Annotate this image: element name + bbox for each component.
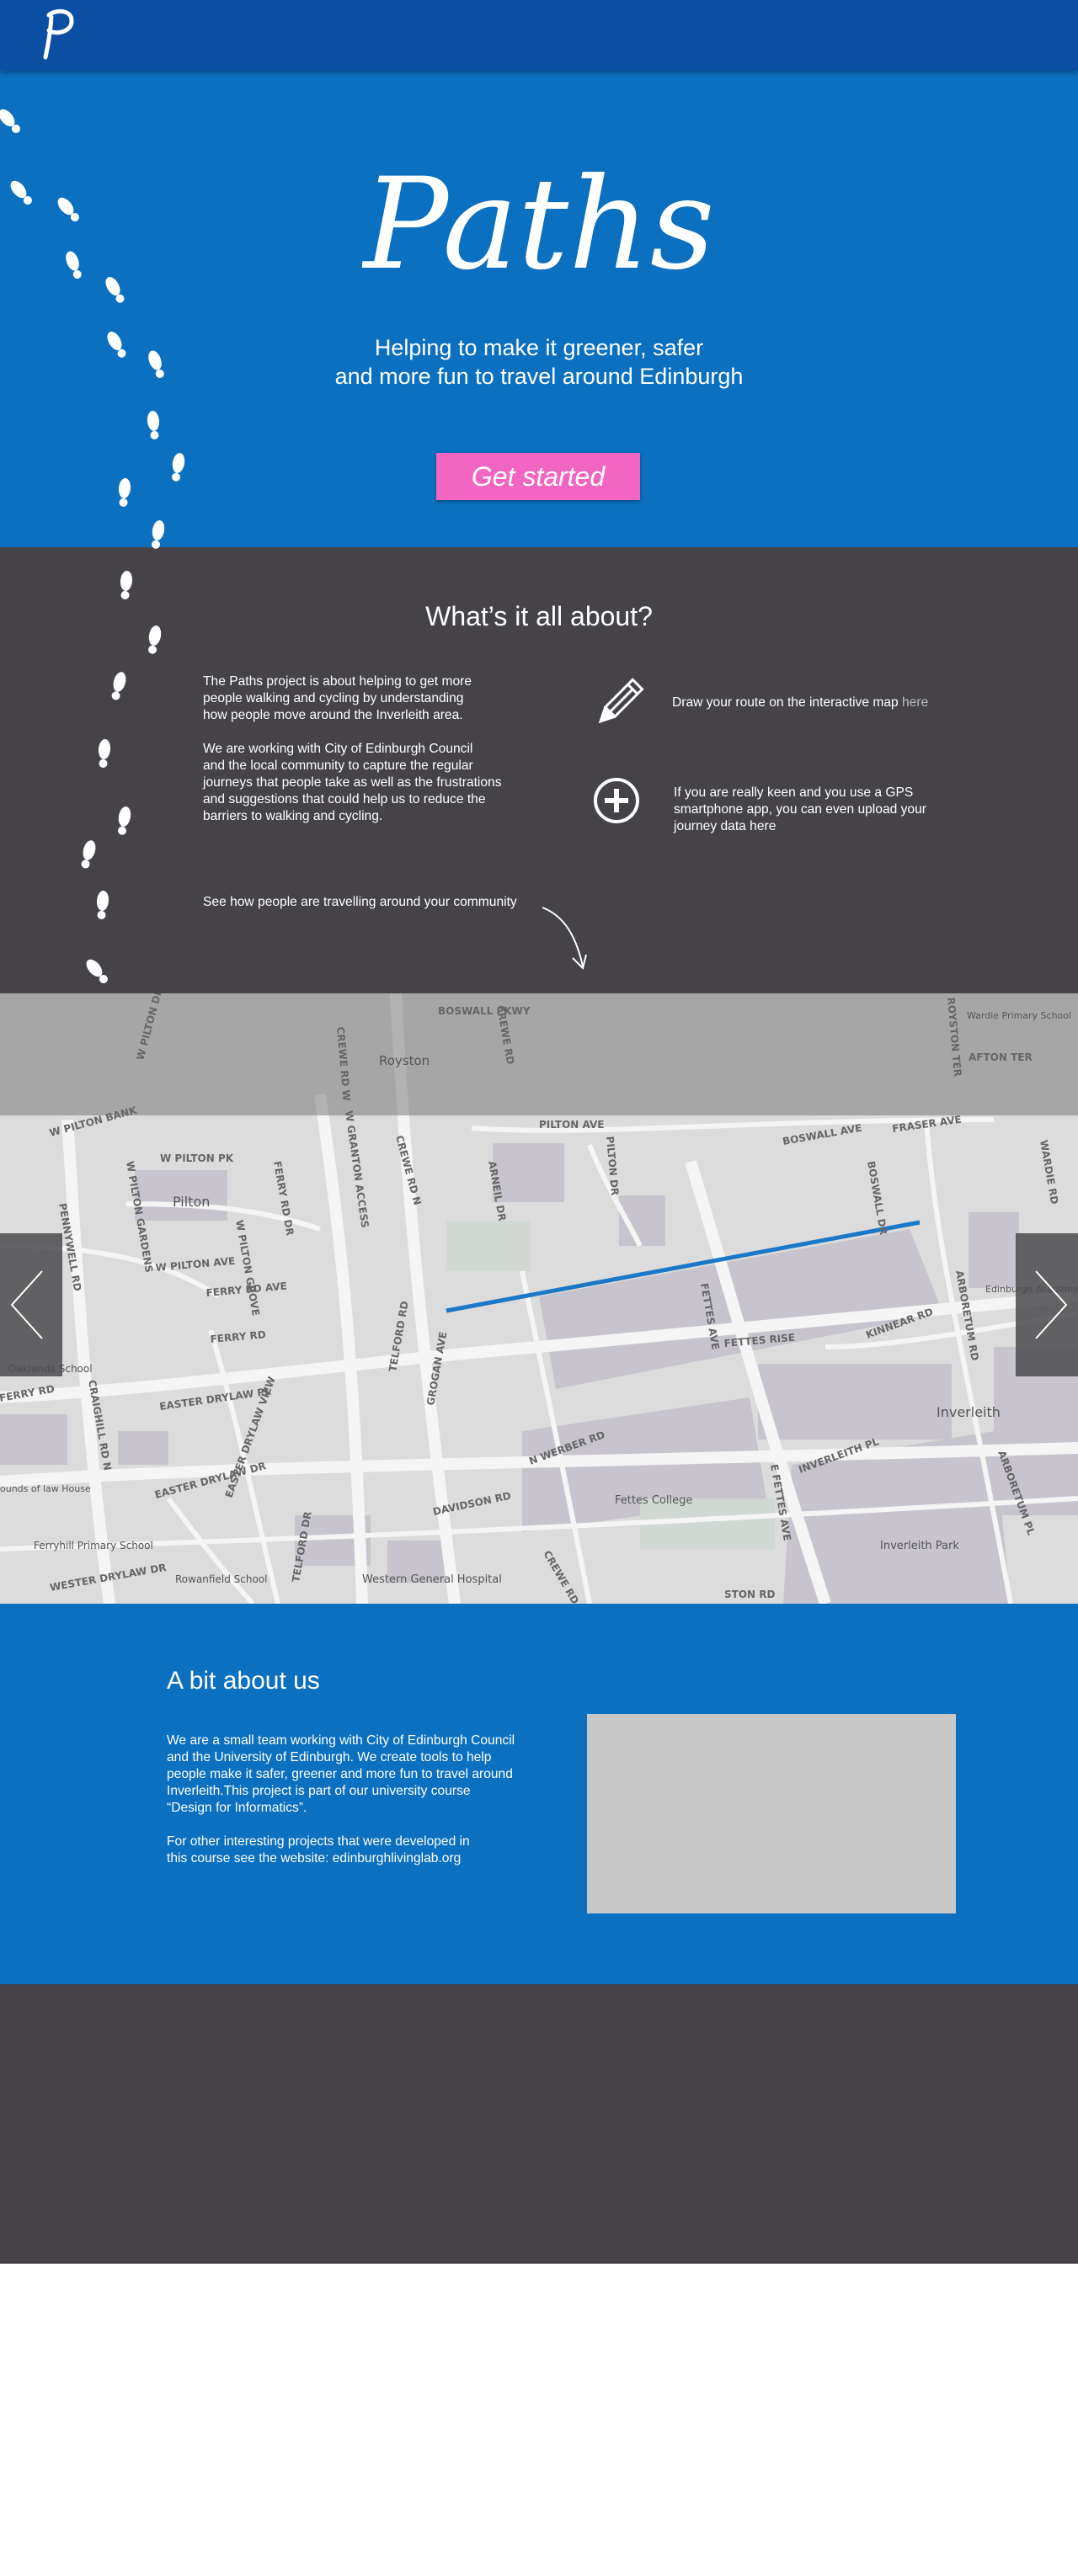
about-p2-line: journeys that people take as well as the… <box>203 775 502 790</box>
bit-p1-line: We are a small team working with City of… <box>167 1733 515 1748</box>
map-next-button[interactable] <box>1016 1233 1078 1376</box>
bit-p2-line: For other interesting projects that were… <box>167 1834 470 1849</box>
street-label: PILTON AVE <box>539 1119 604 1131</box>
paths-logo[interactable] <box>37 3 81 62</box>
about-p1-line: The Paths project is about helping to ge… <box>203 674 472 689</box>
feature-upload-line: smartphone app, you can even upload your <box>674 802 926 817</box>
bit-p2-line: this course see the website: edinburghli… <box>167 1851 462 1865</box>
about-paragraph-2: We are working with City of Edinburgh Co… <box>203 741 574 825</box>
place-label: Western General Hospital <box>362 1573 502 1586</box>
about-p2-line: barriers to walking and cycling. <box>203 809 383 823</box>
bit-p1-line: “Design for Informatics”. <box>167 1801 307 1815</box>
feature-upload-gps: If you are really keen and you use a GPS… <box>674 785 977 835</box>
street-label: BOSWALL PKWY <box>438 1005 531 1017</box>
feature-upload-line: If you are really keen and you use a GPS <box>674 785 914 800</box>
about-p1-line: people walking and cycling by understand… <box>203 691 464 705</box>
interactive-map-link[interactable]: here <box>902 695 928 710</box>
place-label: Pilton <box>173 1194 210 1210</box>
place-label: Inverleith <box>937 1404 1001 1420</box>
route-map[interactable]: BOSWALL PKWY W PILTON DR CREWE RD W PILT… <box>0 993 1078 1604</box>
chevron-left-icon <box>10 1270 43 1339</box>
bit-paragraph-1: We are a small team working with City of… <box>167 1732 563 1817</box>
place-label: Fettes College <box>615 1494 692 1507</box>
map-overlay-strip <box>0 993 1078 1115</box>
place-label: Ferryhill Primary School <box>34 1540 153 1551</box>
street-label: AFTON TER <box>969 1051 1033 1063</box>
place-label: Royston <box>379 1053 430 1068</box>
plus-circle-icon <box>594 778 639 823</box>
hero-title-paths: Paths <box>362 152 715 298</box>
footprint-group <box>0 109 185 984</box>
place-label: ounds of law House <box>0 1483 91 1494</box>
about-paragraph-1: The Paths project is about helping to ge… <box>203 673 557 724</box>
bit-p1-line: people make it safer, greener and more f… <box>167 1767 513 1781</box>
image-placeholder <box>587 1714 956 1913</box>
footprints-decoration <box>0 109 185 984</box>
bit-paragraph-2: For other interesting projects that were… <box>167 1834 563 1867</box>
bit-p1-line: and the University of Edinburgh. We crea… <box>167 1750 492 1764</box>
street-label: W PILTON PK <box>160 1152 234 1164</box>
street-label: STON RD <box>724 1589 775 1600</box>
feature-draw-route-text: Draw your route on the interactive map <box>672 695 903 710</box>
top-bar <box>0 0 1078 71</box>
place-label: Rowanfield School <box>175 1573 267 1585</box>
feature-draw-route: Draw your route on the interactive map h… <box>672 695 975 711</box>
feature-upload-line[interactable]: journey data here <box>674 818 977 835</box>
place-label: Wardie Primary School <box>967 1010 1071 1021</box>
about-p2-line: We are working with City of Edinburgh Co… <box>203 742 473 756</box>
hero-title-text: Paths <box>362 152 715 298</box>
chevron-right-icon <box>1035 1270 1068 1339</box>
map-canvas[interactable]: BOSWALL PKWY W PILTON DR CREWE RD W PILT… <box>0 993 1078 1604</box>
bit-about-us-title: A bit about us <box>167 1667 320 1695</box>
place-label: Inverleith Park <box>880 1540 959 1552</box>
about-p2-line: and the local community to capture the r… <box>203 758 473 773</box>
get-started-button[interactable]: Get started <box>436 453 640 500</box>
bit-p1-line: Inverleith.This project is part of our u… <box>167 1784 471 1798</box>
footer <box>0 1984 1078 2264</box>
about-p1-line: how people move around the Inverleith ar… <box>203 708 463 722</box>
curved-arrow-icon <box>542 907 587 970</box>
about-p2-line: and suggestions that could help us to re… <box>203 792 486 806</box>
pencil-icon <box>598 678 644 724</box>
map-prev-button[interactable] <box>0 1233 62 1376</box>
